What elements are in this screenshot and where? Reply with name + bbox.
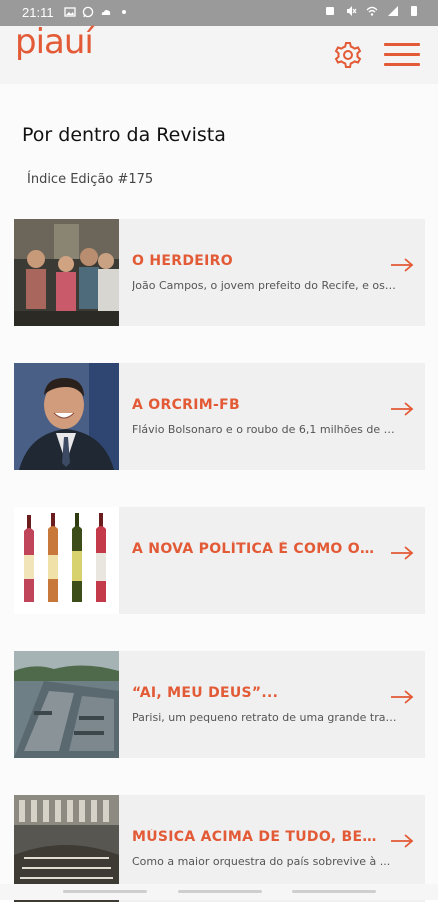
article-thumbnail xyxy=(14,219,119,326)
nav-recents-hint[interactable] xyxy=(63,890,147,893)
arrow-right-icon[interactable] xyxy=(390,689,414,705)
settings-gear-icon[interactable] xyxy=(333,40,363,70)
article-subtitle: Flávio Bolsonaro e o roubo de 6,1 milhõe… xyxy=(132,423,397,436)
arrow-right-icon[interactable] xyxy=(390,545,414,561)
content-area: Por dentro da Revista Índice Edição #175… xyxy=(0,84,438,902)
issue-label: Índice Edição #175 xyxy=(27,172,154,187)
status-time: 21:11 xyxy=(22,5,54,20)
image-icon xyxy=(64,7,76,17)
article-card[interactable]: O HERDEIRO João Campos, o jovem prefeito… xyxy=(14,219,425,326)
gesture-bar xyxy=(0,884,438,900)
dot-icon xyxy=(122,10,126,14)
article-subtitle: Como a maior orquestra do país sobrevive… xyxy=(132,855,391,868)
nav-back-hint[interactable] xyxy=(292,890,376,893)
signal-icon xyxy=(388,6,398,16)
nav-home-hint[interactable] xyxy=(178,890,262,893)
article-title: A ORCRIM-FB xyxy=(132,397,240,413)
article-thumbnail xyxy=(14,507,119,614)
section-title: Por dentro da Revista xyxy=(22,124,226,146)
hamburger-menu-icon[interactable] xyxy=(384,40,420,70)
article-subtitle: Parisi, um pequeno retrato de uma grande… xyxy=(132,711,397,724)
article-title: MÚSICA ACIMA DE TUDO, BEE... xyxy=(132,829,377,845)
battery-icon xyxy=(411,6,417,16)
cloud-icon xyxy=(101,10,111,15)
article-card[interactable]: “AI, MEU DEUS”... Parisi, um pequeno ret… xyxy=(14,651,425,758)
article-card[interactable]: A ORCRIM-FB Flávio Bolsonaro e o roubo d… xyxy=(14,363,425,470)
article-thumbnail xyxy=(14,363,119,470)
article-title: A NOVA POLÍTICA É COMO O ... xyxy=(132,541,377,557)
whatsapp-icon xyxy=(82,6,94,18)
mute-icon xyxy=(347,6,357,16)
piaui-logo[interactable]: piauí xyxy=(15,25,94,59)
system-icons xyxy=(324,5,420,17)
article-title: “AI, MEU DEUS”... xyxy=(132,685,279,701)
article-card[interactable]: A NOVA POLÍTICA É COMO O ... xyxy=(14,507,425,614)
article-subtitle: João Campos, o jovem prefeito do Recife,… xyxy=(132,279,397,292)
arrow-right-icon[interactable] xyxy=(390,833,414,849)
article-thumbnail xyxy=(14,651,119,758)
article-title: O HERDEIRO xyxy=(132,253,233,269)
alarm-icon xyxy=(326,7,334,15)
arrow-right-icon[interactable] xyxy=(390,401,414,417)
arrow-right-icon[interactable] xyxy=(390,257,414,273)
notification-icons xyxy=(64,6,130,18)
wifi-icon xyxy=(366,6,378,16)
